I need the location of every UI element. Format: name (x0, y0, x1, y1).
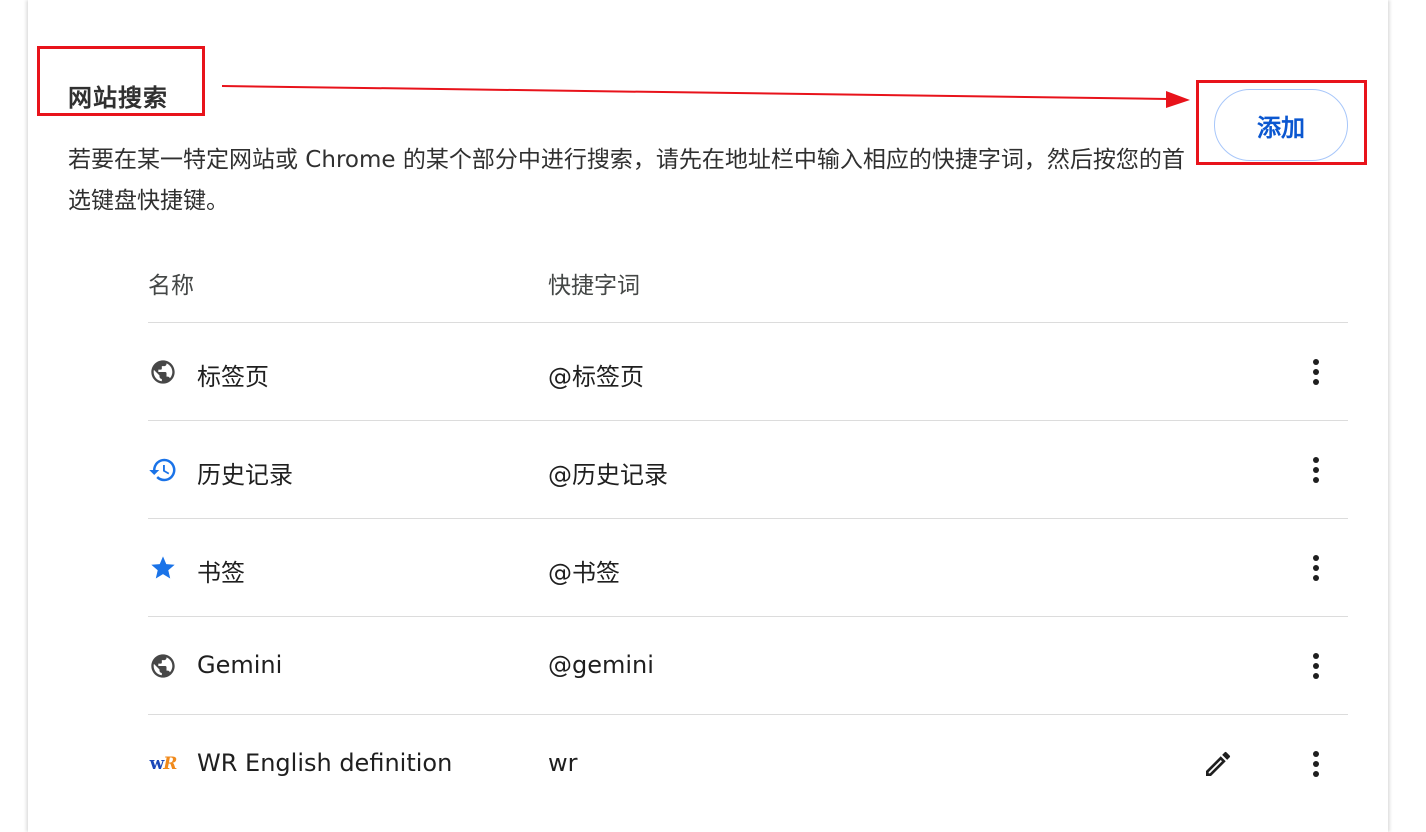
row-name: WR English definition (197, 749, 453, 777)
table-header: 名称 快捷字词 (148, 248, 1348, 323)
more-actions-icon[interactable] (1300, 650, 1332, 682)
row-keyword: @gemini (548, 651, 654, 679)
more-actions-icon[interactable] (1300, 748, 1332, 780)
history-icon (148, 455, 178, 485)
row-keyword: @历史记录 (548, 461, 668, 489)
row-keyword: @书签 (548, 559, 620, 587)
section-description: 若要在某一特定网站或 Chrome 的某个部分中进行搜索，请先在地址栏中输入相应… (68, 147, 1185, 214)
column-header-keyword: 快捷字词 (548, 273, 640, 299)
more-actions-icon[interactable] (1300, 454, 1332, 486)
wordreference-logo-icon: wR (149, 754, 178, 774)
table-row: Gemini @gemini (148, 617, 1348, 715)
row-name: Gemini (197, 651, 283, 679)
table-row: wR WR English definition wr (148, 715, 1348, 812)
page: 网站搜索 若要在某一特定网站或 Chrome 的某个部分中进行搜索，请先在地址栏… (0, 0, 1426, 832)
table-row: 书签 @书签 (148, 519, 1348, 617)
row-keyword: @标签页 (548, 363, 644, 391)
column-header-name: 名称 (148, 273, 194, 299)
more-actions-icon[interactable] (1300, 356, 1332, 388)
table-row: 标签页 @标签页 (148, 323, 1348, 421)
site-search-table: 名称 快捷字词 标签页 @标签页 历史记录 @历史记录 书签 @书签 Gemin… (148, 248, 1348, 812)
add-button[interactable]: 添加 (1214, 89, 1348, 161)
globe-icon (148, 357, 178, 387)
globe-icon (148, 651, 178, 681)
row-name: 书签 (197, 559, 245, 587)
table-row: 历史记录 @历史记录 (148, 421, 1348, 519)
row-name: 历史记录 (197, 461, 293, 489)
edit-pencil-icon[interactable] (1202, 748, 1234, 780)
star-icon (148, 553, 178, 583)
section-title: 网站搜索 (68, 84, 168, 112)
more-actions-icon[interactable] (1300, 552, 1332, 584)
row-keyword: wr (548, 749, 578, 777)
row-name: 标签页 (197, 363, 269, 391)
